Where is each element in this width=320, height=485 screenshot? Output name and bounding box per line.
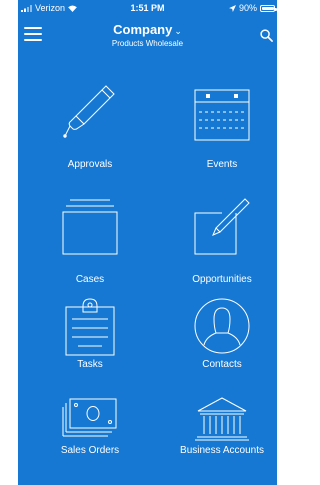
page-title: Company bbox=[113, 22, 173, 37]
tile-sales-orders[interactable]: Sales Orders bbox=[35, 397, 145, 485]
pencil-square-icon bbox=[194, 198, 250, 255]
tile-approvals[interactable]: Approvals bbox=[35, 82, 145, 187]
app-screen: Verizon 1:51 PM 90% Company ⌄ Products Wh… bbox=[18, 0, 277, 485]
battery-percent: 90% bbox=[238, 3, 257, 13]
tile-label: Events bbox=[206, 159, 238, 170]
page-subtitle: Products Wholesale bbox=[111, 39, 184, 48]
calendar-icon bbox=[194, 89, 250, 141]
tile-label: Tasks bbox=[77, 359, 103, 370]
tile-label: Business Accounts bbox=[180, 445, 264, 456]
tile-business-accounts[interactable]: Business Accounts bbox=[167, 397, 277, 485]
tile-label: Cases bbox=[75, 274, 105, 285]
navigation-bar: Company ⌄ Products Wholesale bbox=[18, 17, 277, 53]
tile-contacts[interactable]: Contacts bbox=[167, 297, 277, 402]
cash-stack-icon bbox=[62, 398, 117, 437]
folder-tray-icon bbox=[62, 199, 118, 255]
chevron-down-icon: ⌄ bbox=[174, 26, 182, 36]
tile-label: Opportunities bbox=[192, 274, 252, 285]
status-bar: Verizon 1:51 PM 90% bbox=[18, 0, 277, 17]
battery-icon bbox=[260, 4, 277, 12]
location-arrow-icon bbox=[228, 4, 236, 12]
menu-button[interactable] bbox=[24, 27, 42, 41]
pen-icon bbox=[63, 85, 115, 138]
hamburger-icon bbox=[24, 27, 42, 29]
tile-label: Sales Orders bbox=[60, 445, 120, 456]
bank-building-icon bbox=[195, 397, 249, 441]
tile-tasks[interactable]: Tasks bbox=[35, 297, 145, 402]
person-circle-icon bbox=[194, 298, 250, 354]
tile-events[interactable]: Events bbox=[167, 82, 277, 187]
company-switcher[interactable]: Company ⌄ Products Wholesale bbox=[68, 22, 227, 49]
tile-cases[interactable]: Cases bbox=[35, 197, 145, 302]
tile-label: Approvals bbox=[67, 159, 113, 170]
clipboard-icon bbox=[65, 298, 115, 356]
search-icon[interactable] bbox=[260, 29, 273, 42]
tile-label: Contacts bbox=[202, 359, 242, 370]
tile-opportunities[interactable]: Opportunities bbox=[167, 197, 277, 302]
